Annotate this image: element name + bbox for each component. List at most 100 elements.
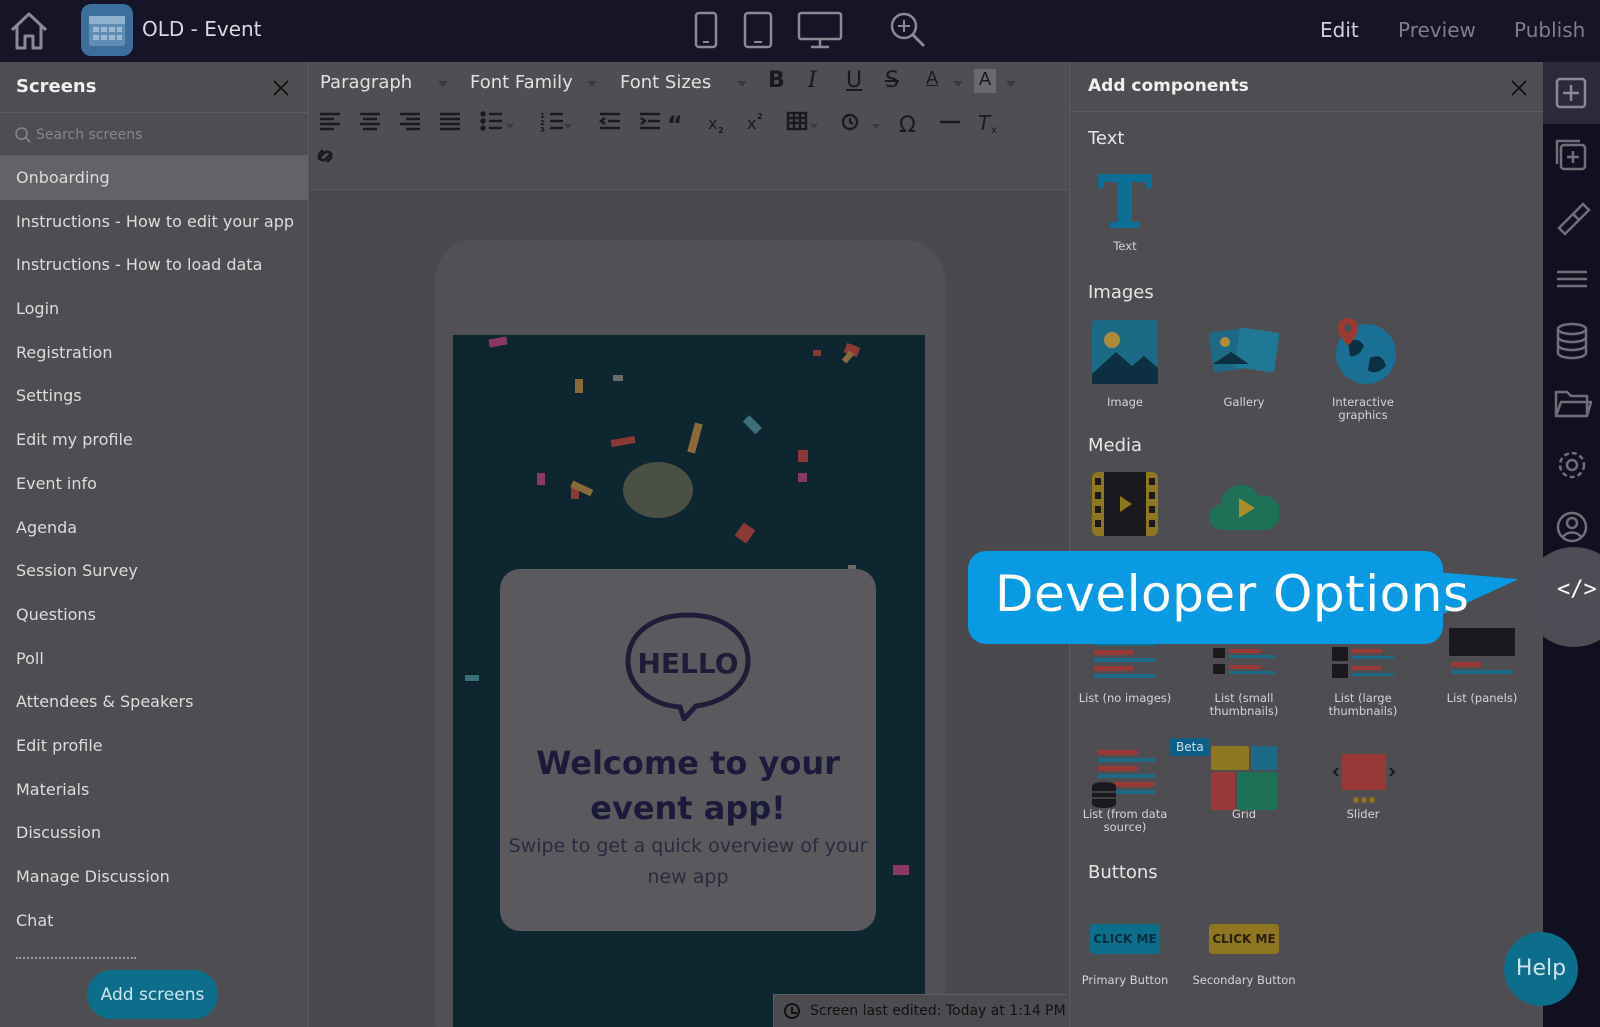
folder-icon[interactable] bbox=[1543, 372, 1600, 434]
grid-component[interactable]: Grid bbox=[1189, 742, 1299, 821]
settings-gear-icon[interactable] bbox=[1543, 434, 1600, 496]
search-screens-input[interactable] bbox=[36, 124, 286, 146]
right-rail bbox=[1543, 62, 1600, 1027]
underline-icon[interactable]: U bbox=[846, 68, 862, 93]
tablet-view-icon[interactable] bbox=[742, 10, 774, 54]
welcome-subtitle: Swipe to get a quick overview of your ne… bbox=[508, 835, 868, 888]
menu-lines-icon[interactable] bbox=[1543, 248, 1600, 310]
list-data-source-component[interactable]: Beta List (from data source) bbox=[1070, 738, 1210, 834]
interactive-graphics-component[interactable]: Interactive graphics bbox=[1308, 318, 1418, 422]
editor-area: Paragraph Font Family Font Sizes B I U S… bbox=[310, 62, 1068, 1027]
svg-text:2: 2 bbox=[757, 112, 763, 121]
video-component[interactable] bbox=[1070, 470, 1180, 540]
preview-tab[interactable]: Preview bbox=[1398, 18, 1476, 42]
streaming-component[interactable] bbox=[1189, 470, 1299, 540]
search-row bbox=[0, 112, 308, 156]
text-toolbar: Paragraph Font Family Font Sizes B I U S… bbox=[310, 62, 1068, 190]
font-sizes-select[interactable]: Font Sizes bbox=[620, 72, 711, 93]
edit-tab[interactable]: Edit bbox=[1320, 18, 1359, 42]
font-family-select[interactable]: Font Family bbox=[470, 72, 573, 93]
image-component-label: Image bbox=[1106, 395, 1144, 409]
primary-button-component[interactable]: CLICK ME Primary Button bbox=[1070, 924, 1180, 987]
screens-panel-title: Screens bbox=[16, 76, 97, 97]
grid-icon bbox=[1209, 742, 1279, 812]
justify-icon bbox=[440, 112, 460, 131]
section-media-title: Media bbox=[1088, 435, 1143, 456]
text-color-caret-icon[interactable] bbox=[953, 81, 963, 87]
align-center-icon bbox=[360, 112, 380, 131]
desktop-view-icon[interactable] bbox=[797, 10, 843, 54]
screen-list-item[interactable]: Agenda bbox=[0, 506, 308, 550]
primary-button-label: Primary Button bbox=[1081, 973, 1169, 987]
branding-brush-icon[interactable] bbox=[1543, 186, 1600, 248]
video-film-icon bbox=[1090, 470, 1160, 540]
zoom-in-icon[interactable] bbox=[888, 10, 928, 54]
font-family-caret-icon[interactable] bbox=[587, 81, 597, 87]
text-component[interactable]: Text bbox=[1070, 170, 1180, 253]
add-screen-icon[interactable] bbox=[1543, 124, 1600, 186]
help-button[interactable]: Help bbox=[1504, 932, 1578, 1006]
paragraph-caret-icon[interactable] bbox=[438, 81, 448, 87]
screen-list-item[interactable]: Attendees & Speakers bbox=[0, 680, 308, 724]
blockquote-icon: “ bbox=[667, 111, 683, 139]
screen-list-item[interactable]: Chat bbox=[0, 899, 308, 943]
screen-list-item[interactable]: Poll bbox=[0, 637, 308, 681]
screen-list-item[interactable]: Instructions - How to load data bbox=[0, 243, 308, 287]
divider bbox=[1070, 111, 1544, 112]
screen-list-item[interactable]: Edit my profile bbox=[0, 418, 308, 462]
clear-format-icon: T bbox=[978, 111, 992, 135]
screen-list-item[interactable]: Discussion bbox=[0, 811, 308, 855]
developer-options-callout-text: Developer Options bbox=[995, 565, 1470, 623]
components-panel-title: Add components bbox=[1088, 76, 1249, 96]
add-screens-button[interactable]: Add screens bbox=[87, 970, 218, 1019]
image-component[interactable]: Image bbox=[1070, 318, 1180, 409]
cloud-play-icon bbox=[1208, 470, 1281, 540]
image-icon bbox=[1090, 318, 1160, 388]
app-icon[interactable] bbox=[81, 4, 133, 56]
screen-list-item[interactable]: Session Survey bbox=[0, 549, 308, 593]
paragraph-select[interactable]: Paragraph bbox=[320, 72, 412, 93]
screen-list-item[interactable]: Login bbox=[0, 287, 308, 331]
screen-list-item[interactable]: Instructions - How to edit your app bbox=[0, 200, 308, 244]
italic-icon[interactable]: I bbox=[808, 68, 817, 93]
background-color-icon[interactable]: A bbox=[974, 69, 996, 93]
bold-icon[interactable]: B bbox=[768, 68, 785, 93]
close-screens-panel-icon[interactable] bbox=[271, 78, 291, 98]
screen-list-item[interactable]: Onboarding bbox=[0, 156, 308, 200]
screen-list-item[interactable]: Materials bbox=[0, 768, 308, 812]
svg-text:x: x bbox=[991, 125, 997, 136]
slider-component[interactable]: Slider bbox=[1308, 742, 1418, 821]
history-clock-icon bbox=[784, 1003, 800, 1019]
add-component-icon[interactable] bbox=[1543, 62, 1600, 124]
database-icon[interactable] bbox=[1543, 310, 1600, 372]
gallery-component-label: Gallery bbox=[1223, 395, 1265, 409]
partial-list-item bbox=[16, 954, 136, 960]
screen-list-item[interactable]: Settings bbox=[0, 374, 308, 418]
screen-list-item[interactable]: Edit profile bbox=[0, 724, 308, 768]
list-panels-component[interactable]: List (panels) bbox=[1427, 620, 1537, 705]
screen-list-item[interactable]: Registration bbox=[0, 331, 308, 375]
publish-tab[interactable]: Publish bbox=[1514, 18, 1585, 42]
screen-list-item[interactable]: Event info bbox=[0, 462, 308, 506]
last-edited-text: Screen last edited: Today at 1:14 PM bbox=[810, 1003, 1066, 1019]
background-color-caret-icon[interactable] bbox=[1006, 81, 1016, 87]
svg-text:2: 2 bbox=[718, 126, 724, 135]
bullet-list-icon bbox=[480, 111, 502, 131]
developer-code-icon[interactable]: </> bbox=[1557, 577, 1597, 602]
table-icon bbox=[786, 111, 808, 131]
font-sizes-caret-icon[interactable] bbox=[737, 81, 747, 87]
svg-text:3: 3 bbox=[540, 126, 545, 134]
secondary-button-component[interactable]: CLICK ME Secondary Button bbox=[1189, 924, 1299, 987]
text-color-icon[interactable]: A bbox=[926, 68, 938, 89]
interactive-graphics-label: Interactive graphics bbox=[1332, 395, 1394, 422]
home-icon[interactable] bbox=[8, 8, 50, 52]
strikethrough-icon[interactable]: S bbox=[885, 68, 899, 93]
screen-list-item[interactable]: Questions bbox=[0, 593, 308, 637]
text-component-icon bbox=[1090, 170, 1160, 240]
close-components-panel-icon[interactable] bbox=[1509, 78, 1529, 98]
gallery-component[interactable]: Gallery bbox=[1189, 318, 1299, 409]
phone-view-icon[interactable] bbox=[693, 10, 719, 54]
list-panels-icon bbox=[1447, 620, 1517, 698]
screen-list-item[interactable]: Manage Discussion bbox=[0, 855, 308, 899]
align-left-icon bbox=[320, 112, 340, 131]
